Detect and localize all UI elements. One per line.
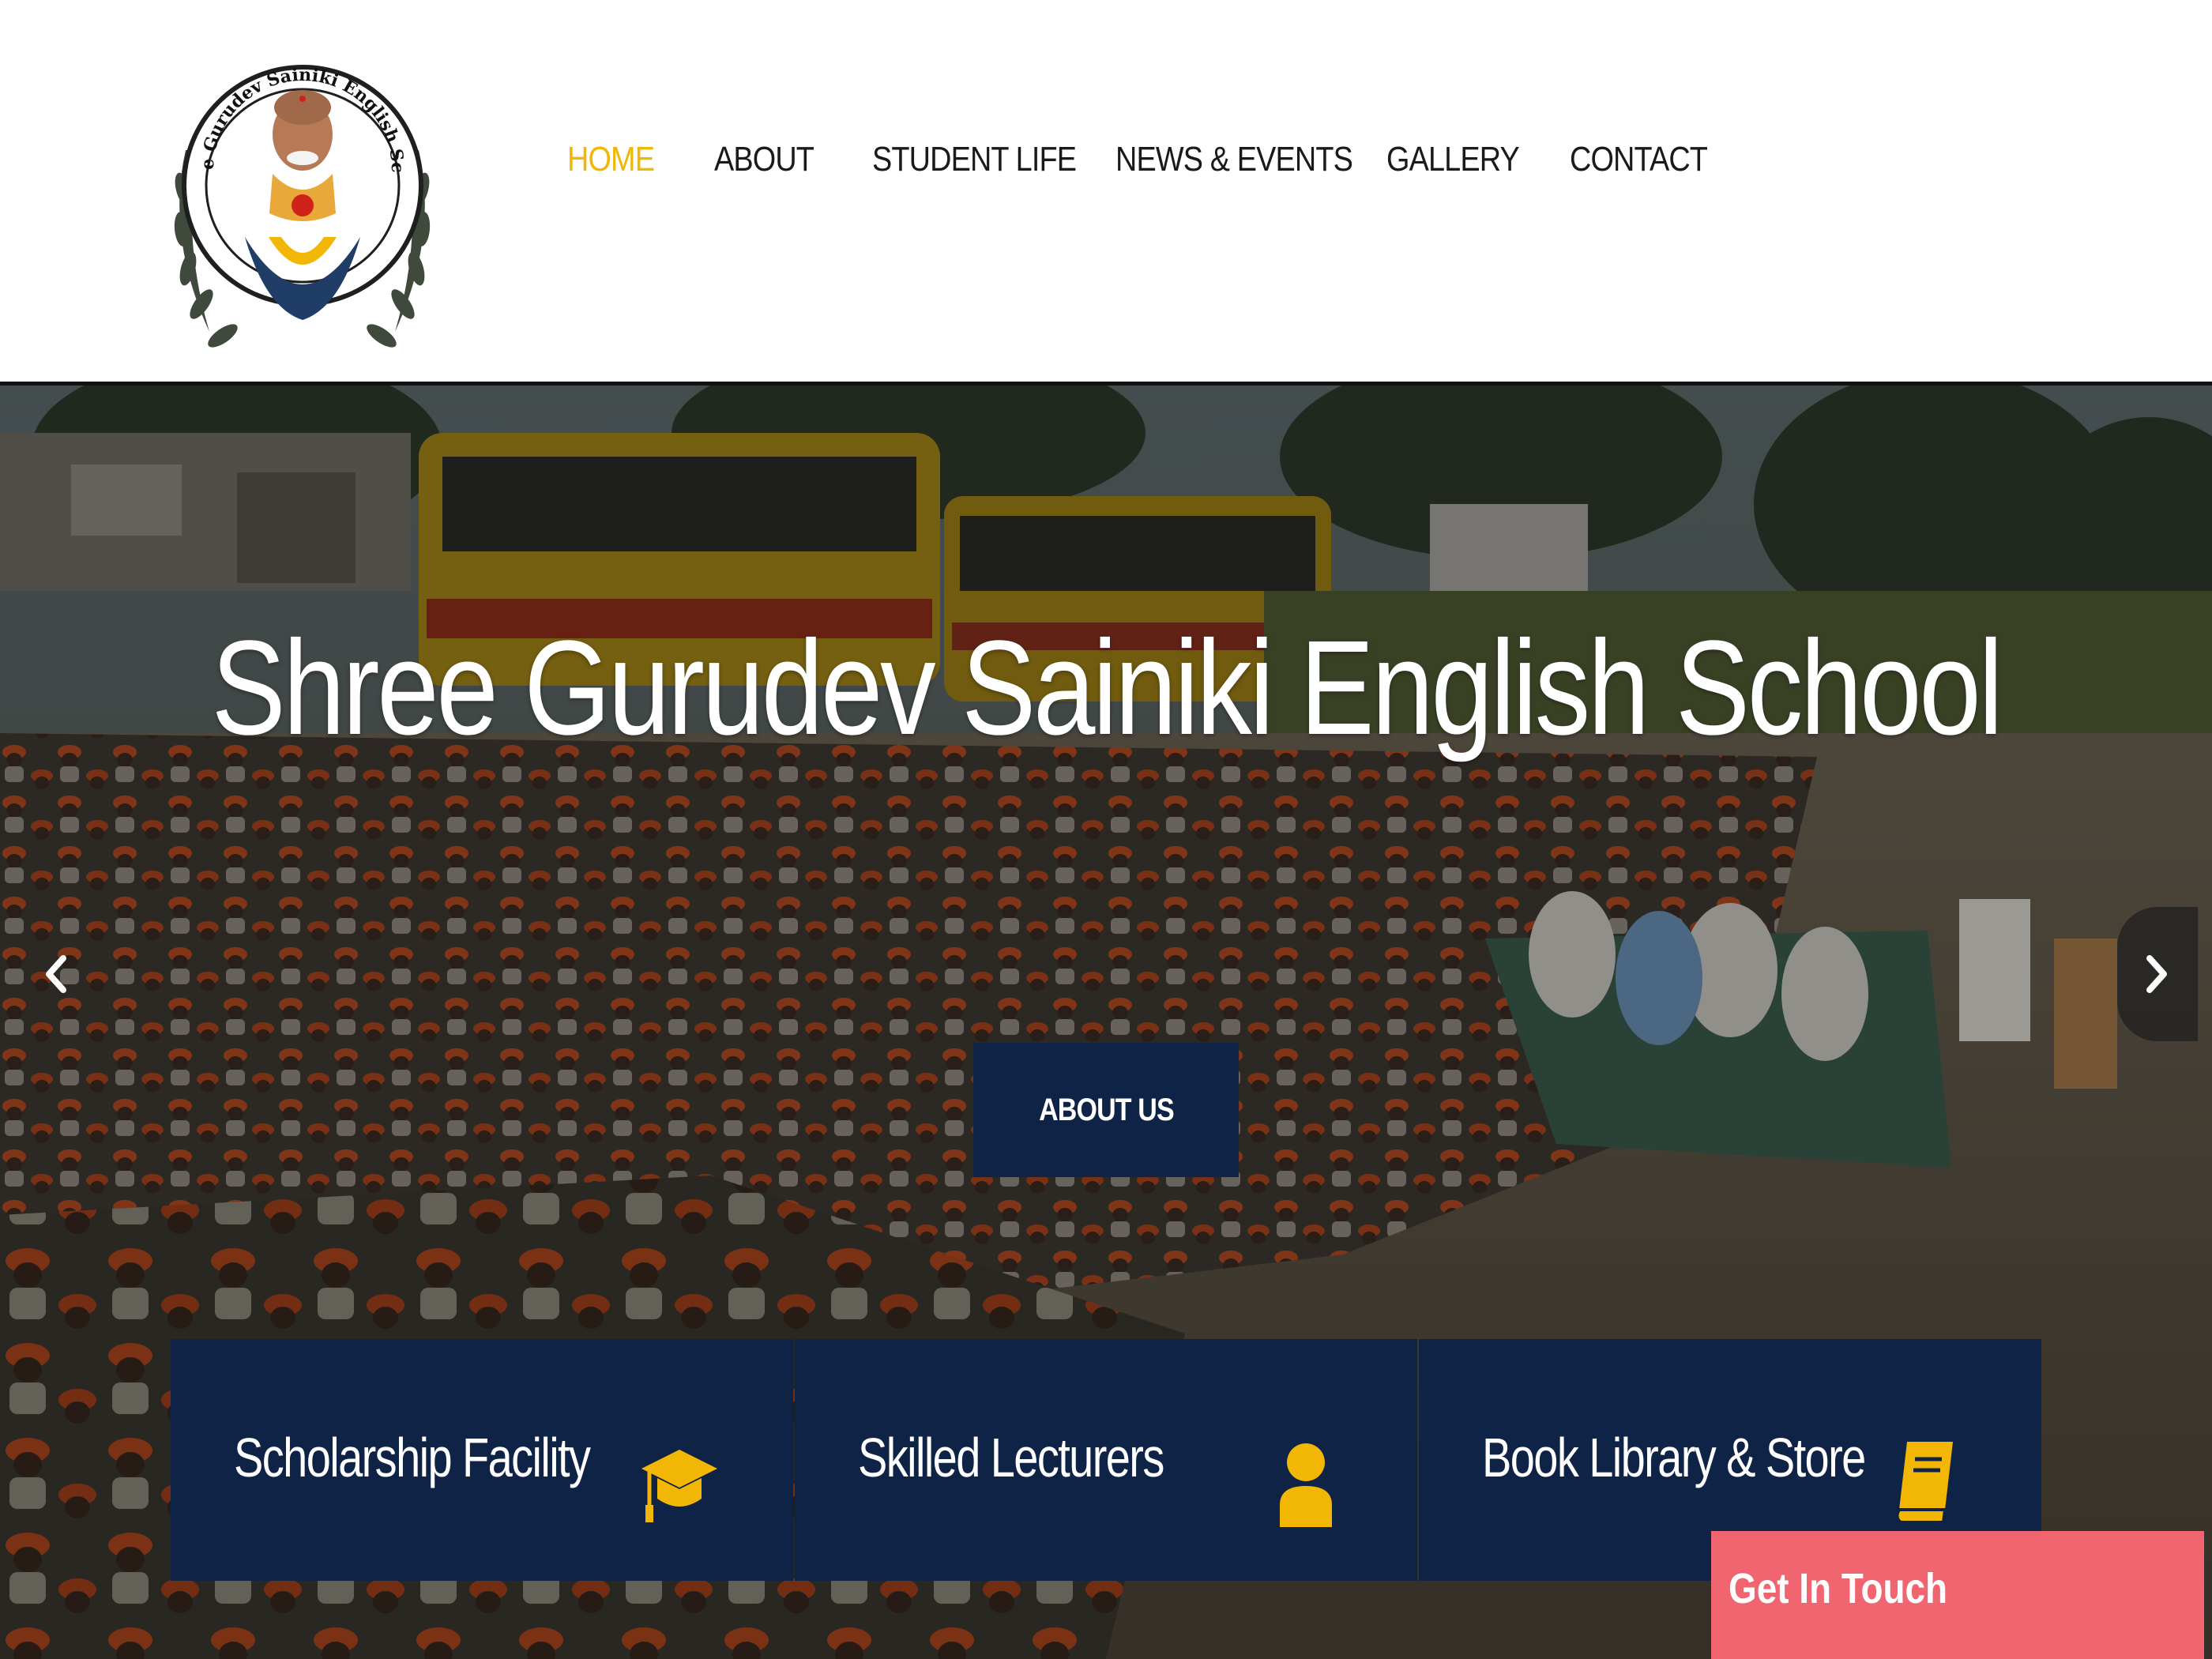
slider-next-button[interactable]: [2117, 907, 2198, 1041]
feature-lecturers[interactable]: Skilled Lecturers: [795, 1339, 1417, 1581]
school-logo[interactable]: Shree Gurudev Sainiki English School: [166, 0, 438, 383]
chevron-right-icon: [2146, 955, 2167, 993]
about-us-button-label: ABOUT US: [1038, 1092, 1175, 1127]
get-in-touch-label: Get In Touch: [1729, 1565, 1948, 1612]
feature-label: Scholarship Facility: [234, 1427, 591, 1488]
hero-title: Shree Gurudev Sainiki English School: [211, 613, 2003, 763]
user-icon: [1280, 1443, 1332, 1527]
get-in-touch-widget[interactable]: Get In Touch: [1711, 1531, 2204, 1659]
nav-about[interactable]: ABOUT: [714, 136, 814, 183]
main-nav: HOME ABOUT STUDENT LIFE NEWS & EVENTS GA…: [0, 136, 2212, 183]
nav-student-life[interactable]: STUDENT LIFE: [872, 136, 1077, 183]
feature-scholarship[interactable]: Scholarship Facility: [171, 1339, 793, 1581]
nav-home[interactable]: HOME: [567, 136, 655, 183]
nav-contact[interactable]: CONTACT: [1570, 136, 1708, 183]
chevron-left-icon: [46, 955, 66, 993]
about-us-button[interactable]: ABOUT US: [973, 1043, 1239, 1177]
site-header: Shree Gurudev Sainiki English School HOM…: [0, 0, 2212, 386]
feature-label: Skilled Lecturers: [858, 1427, 1164, 1488]
nav-gallery[interactable]: GALLERY: [1386, 136, 1520, 183]
slider-prev-button[interactable]: [16, 907, 95, 1041]
feature-label: Book Library & Store: [1482, 1427, 1866, 1488]
book-icon: [1895, 1442, 1953, 1524]
nav-news-events[interactable]: NEWS & EVENTS: [1115, 136, 1353, 183]
hero-slider: Shree Gurudev Sainiki English School ABO…: [0, 386, 2212, 1659]
graduation-cap-icon: [641, 1450, 717, 1522]
